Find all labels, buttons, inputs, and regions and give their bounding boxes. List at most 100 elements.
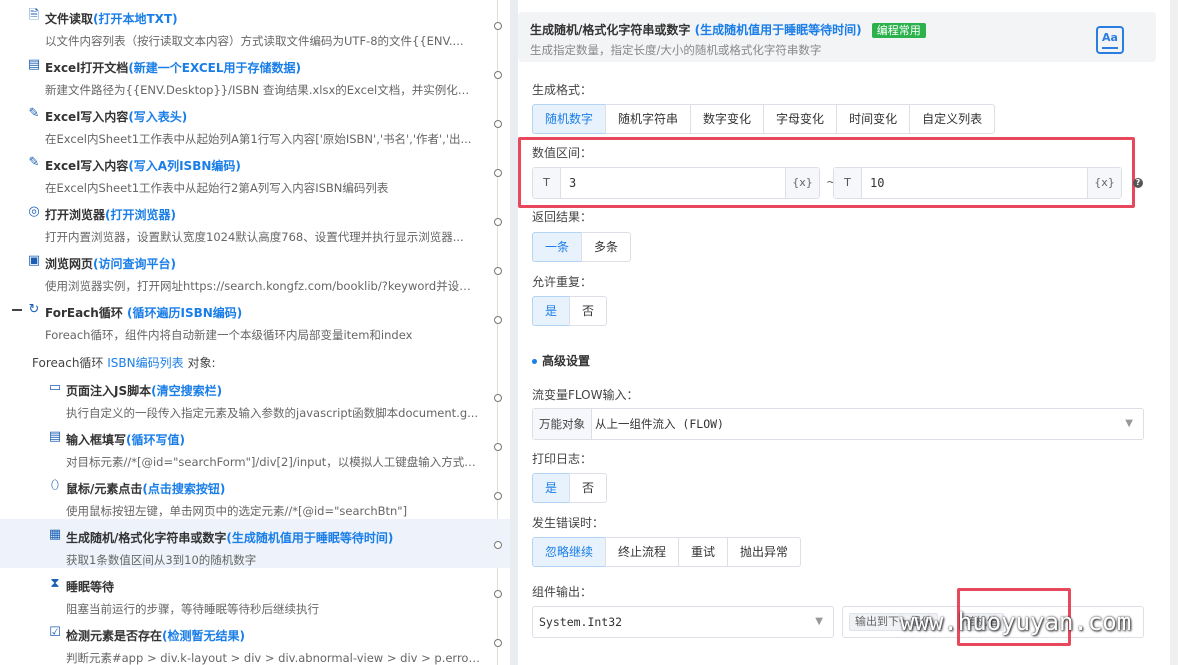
step-title: 页面注入JS脚本(清空搜索栏) bbox=[66, 382, 222, 399]
flow-input-select[interactable]: 万能对象 从上一组件流入 (FLOW) ▼ bbox=[532, 408, 1144, 440]
flow-step[interactable]: ⧗ 睡眠等待阻塞当前运行的步骤，等待睡眠等待秒后继续执行 bbox=[0, 568, 510, 617]
errOpts-option[interactable]: 忽略继续 bbox=[532, 537, 607, 567]
step-description: 使用鼠标按钮左键，单击网页中的选定元素//*[@id="searchBtn"] bbox=[66, 504, 408, 518]
flow-step[interactable]: ▣ 浏览网页(访问查询平台) 使用浏览器实例，打开网址https://search.… bbox=[0, 245, 510, 294]
step-title-text: 睡眠等待 bbox=[66, 580, 115, 594]
text-format-icon: Aa bbox=[1096, 26, 1124, 54]
flow-step[interactable]: ▤ Excel打开文档(新建一个EXCEL用于存储数据) 新建文件路径为{{ENV.… bbox=[0, 49, 510, 98]
range-min-value[interactable]: 3 bbox=[569, 168, 576, 198]
hourglass-icon: ⧗ bbox=[50, 576, 60, 591]
step-description: 新建文件路径为{{ENV.Desktop}}/ISBN 查询结果.xlsx的Ex… bbox=[45, 83, 480, 97]
log-label: 打印日志： bbox=[532, 452, 593, 466]
step-title: Excel写入内容(写入A列ISBN编码) bbox=[45, 157, 241, 174]
flow-step[interactable]: ☑ 检测元素是否存在(检测暂无结果) 判断元素#app > div.k-layout… bbox=[0, 617, 510, 665]
flow-step[interactable]: ✎ Excel写入内容(写入表头) 在Excel内Sheet1工作表中从起始列A第1… bbox=[0, 98, 510, 147]
step-title-text: ForEach循环 bbox=[45, 306, 123, 320]
step-connector-dot[interactable] bbox=[494, 218, 502, 226]
step-title: 浏览网页(访问查询平台) bbox=[45, 255, 176, 272]
step-alias: (清空搜索栏) bbox=[151, 384, 223, 398]
variable-button[interactable]: {x} bbox=[785, 168, 819, 198]
step-description: 获取1条数值区间从3到10的随机数字 bbox=[66, 553, 257, 567]
help-icon[interactable]: ? bbox=[1133, 178, 1143, 188]
range-max-value[interactable]: 10 bbox=[870, 168, 884, 198]
vertical-scrollbar[interactable] bbox=[1170, 0, 1178, 665]
variable-button[interactable]: {x} bbox=[1087, 168, 1121, 198]
step-connector-dot[interactable] bbox=[494, 590, 502, 598]
error-label: 发生错误时： bbox=[532, 516, 605, 530]
retOpts-option[interactable]: 多条 bbox=[581, 232, 632, 262]
excel-icon: ▤ bbox=[27, 57, 41, 72]
excel-write-icon: ✎ bbox=[28, 106, 40, 121]
fmtTabs-option[interactable]: 随机字符串 bbox=[605, 104, 692, 134]
fmtTabs-option[interactable]: 数字变化 bbox=[690, 104, 765, 134]
flow-label: 流变量FLOW输入： bbox=[532, 388, 639, 402]
step-title: 睡眠等待 bbox=[66, 578, 114, 595]
step-connector-dot[interactable] bbox=[494, 71, 502, 79]
panel-divider[interactable] bbox=[510, 0, 518, 665]
step-connector-dot[interactable] bbox=[494, 443, 502, 451]
step-connector-dot[interactable] bbox=[494, 316, 502, 324]
step-title: 生成随机/格式化字符串或数字(生成随机值用于睡眠等待时间) bbox=[66, 529, 393, 546]
flow-step[interactable]: 🗎 文件读取(打开本地TXT) 以文件内容列表（按行读取文本内容）方式读取文件编码为… bbox=[0, 0, 510, 49]
panel-title: 生成随机/格式化字符串或数字 (生成随机值用于睡眠等待时间) 编程常用 bbox=[530, 21, 926, 38]
step-connector-dot[interactable] bbox=[494, 267, 502, 275]
fmtTabs-option[interactable]: 自定义列表 bbox=[909, 104, 996, 134]
chevron-down-icon: ▼ bbox=[1125, 418, 1133, 429]
errOpts-option[interactable]: 抛出异常 bbox=[727, 537, 802, 567]
watermark: www.huoyuyan.com bbox=[900, 608, 1132, 636]
flow-step[interactable]: ▭ 页面注入JS脚本(清空搜索栏) 执行自定义的一段传入指定元素及输入参数的java… bbox=[0, 372, 510, 421]
step-title: 文件读取(打开本地TXT) bbox=[45, 10, 178, 27]
fmtTabs-option[interactable]: 时间变化 bbox=[836, 104, 911, 134]
loop-body-label: Foreach循环 ISBN编码列表 对象: bbox=[32, 354, 216, 371]
step-title-text: 鼠标/元素点击 bbox=[66, 482, 143, 496]
type-prefix: T bbox=[834, 168, 862, 198]
output-label: 组件输出： bbox=[532, 585, 593, 599]
webpage-icon: ▣ bbox=[27, 253, 41, 268]
step-connector-dot[interactable] bbox=[494, 639, 502, 647]
step-title-text: 检测元素是否存在 bbox=[66, 629, 163, 643]
step-title: Excel打开文档(新建一个EXCEL用于存储数据) bbox=[45, 59, 301, 76]
flow-type-prefix: 万能对象 bbox=[533, 409, 592, 439]
fmtTabs-option[interactable]: 随机数字 bbox=[532, 104, 607, 134]
range-min-input[interactable]: T 3 {x} bbox=[532, 167, 820, 199]
loop-label-prefix: Foreach循环 bbox=[32, 356, 104, 370]
step-connector-dot[interactable] bbox=[494, 541, 502, 549]
step-connector-dot[interactable] bbox=[494, 169, 502, 177]
output-type-select[interactable]: System.Int32 ▼ bbox=[532, 606, 834, 638]
errOpts-option[interactable]: 终止流程 bbox=[605, 537, 680, 567]
retOpts-option[interactable]: 一条 bbox=[532, 232, 583, 262]
step-description: 以文件内容列表（按行读取文本内容）方式读取文件编码为UTF-8的文件{{ENV.… bbox=[45, 34, 464, 48]
detect-icon: ☑ bbox=[49, 625, 61, 640]
type-prefix: T bbox=[533, 168, 561, 198]
flow-step[interactable]: ▤ 输入框填写(循环写值) 对目标元素//*[@id="searchForm"]/d… bbox=[0, 421, 510, 470]
logOpts-option[interactable]: 否 bbox=[569, 473, 608, 503]
step-connector-dot[interactable] bbox=[494, 492, 502, 500]
flow-step[interactable]: ▦ 生成随机/格式化字符串或数字(生成随机值用于睡眠等待时间) 获取1条数值区间从3… bbox=[0, 519, 510, 568]
flow-step[interactable]: ◎ 打开浏览器(打开浏览器) 打开内置浏览器，设置默认宽度1024默认高度768、设… bbox=[0, 196, 510, 245]
flow-step[interactable]: ⬯ 鼠标/元素点击(点击搜索按钮) 使用鼠标按钮左键，单击网页中的选定元素//*[@… bbox=[0, 470, 510, 519]
flow-step[interactable]: ✎ Excel写入内容(写入A列ISBN编码) 在Excel内Sheet1工作表中从… bbox=[0, 147, 510, 196]
format-tabs: 随机数字 随机字符串 数字变化 字母变化 时间变化 自定义列表 bbox=[532, 104, 996, 134]
input-icon: ▤ bbox=[48, 429, 62, 444]
loop-label-var[interactable]: ISBN编码列表 bbox=[107, 356, 183, 370]
flow-step[interactable]: ↻ ForEach循环 (循环遍历ISBN编码) Foreach循环，组件内将自动新… bbox=[0, 294, 510, 343]
step-title: Excel写入内容(写入表头) bbox=[45, 108, 187, 125]
fmtTabs-option[interactable]: 字母变化 bbox=[763, 104, 838, 134]
step-connector-dot[interactable] bbox=[494, 22, 502, 30]
step-connector-dot[interactable] bbox=[494, 394, 502, 402]
advanced-label: 高级设置 bbox=[542, 354, 591, 368]
step-description: 阻塞当前运行的步骤，等待睡眠等待秒后继续执行 bbox=[66, 602, 319, 616]
panel-title-text: 生成随机/格式化字符串或数字 bbox=[530, 23, 691, 37]
logOpts-option[interactable]: 是 bbox=[532, 473, 571, 503]
errOpts-option[interactable]: 重试 bbox=[678, 537, 729, 567]
advanced-section-title[interactable]: 高级设置 bbox=[532, 352, 590, 369]
repOpts-option[interactable]: 否 bbox=[569, 296, 608, 326]
step-alias: (打开本地TXT) bbox=[93, 12, 178, 26]
panel-header: 生成随机/格式化字符串或数字 (生成随机值用于睡眠等待时间) 编程常用 生成指定… bbox=[518, 12, 1156, 62]
step-connector-dot[interactable] bbox=[494, 120, 502, 128]
step-alias: (访问查询平台) bbox=[93, 257, 176, 271]
step-title-text: 打开浏览器 bbox=[45, 208, 106, 222]
repOpts-option[interactable]: 是 bbox=[532, 296, 571, 326]
step-title-text: Excel写入内容 bbox=[45, 159, 129, 173]
range-max-input[interactable]: T 10 {x} bbox=[833, 167, 1122, 199]
